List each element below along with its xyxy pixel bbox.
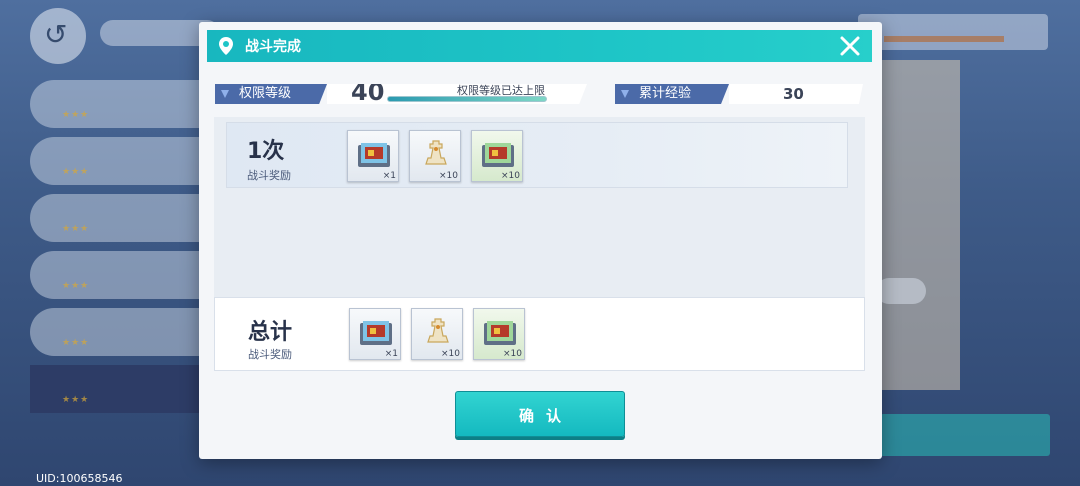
stage-item[interactable]: ★★★ bbox=[30, 251, 200, 299]
character-card bbox=[882, 60, 960, 390]
item-quantity: ×10 bbox=[439, 171, 458, 181]
reward-item[interactable]: ×1 bbox=[347, 130, 399, 182]
item-quantity: ×10 bbox=[503, 349, 522, 359]
level-tag: 权限等级 bbox=[215, 84, 327, 104]
level-value-box: 40 权限等级已达上限 bbox=[327, 84, 587, 104]
dialog-title: 战斗完成 bbox=[245, 39, 301, 55]
data-chip-icon bbox=[360, 321, 392, 345]
item-quantity: ×10 bbox=[441, 349, 460, 359]
dialog-header: 战斗完成 bbox=[207, 30, 872, 62]
close-icon[interactable] bbox=[838, 34, 862, 58]
item-quantity: ×1 bbox=[384, 349, 398, 359]
resource-bar bbox=[858, 14, 1048, 50]
battle-complete-dialog: 战斗完成 权限等级 40 权限等级已达上限 累计经验 30 1次 战斗奖励 ×1… bbox=[199, 22, 882, 459]
stage-item[interactable]: ★★★ bbox=[30, 137, 200, 185]
data-chip-icon bbox=[358, 143, 390, 167]
stage-item-selected[interactable]: ★★★ bbox=[30, 365, 200, 413]
exp-value-box: 30 bbox=[729, 84, 863, 104]
round-reward-row: 1次 战斗奖励 ×1 ×10 ×10 bbox=[226, 122, 848, 188]
uid-label: UID:100658546 bbox=[36, 472, 123, 485]
reward-item[interactable]: ×10 bbox=[473, 308, 525, 360]
chess-piece-icon bbox=[425, 140, 447, 165]
stage-stars: ★★★ bbox=[62, 167, 90, 177]
stage-item[interactable]: ★★★ bbox=[30, 194, 200, 242]
total-subtitle: 战斗奖励 bbox=[248, 348, 292, 361]
reward-item[interactable]: ×10 bbox=[411, 308, 463, 360]
stage-stars: ★★★ bbox=[62, 395, 90, 405]
item-quantity: ×10 bbox=[501, 171, 520, 181]
stage-stars: ★★★ bbox=[62, 224, 90, 234]
location-pin-icon bbox=[219, 37, 233, 55]
side-pill-button[interactable] bbox=[876, 278, 926, 304]
stage-item[interactable]: ★★★ bbox=[30, 308, 200, 356]
total-reward-section: 总计 战斗奖励 ×1 ×10 ×10 bbox=[214, 297, 865, 371]
data-chip-icon bbox=[482, 143, 514, 167]
stage-stars: ★★★ bbox=[62, 338, 90, 348]
reward-item[interactable]: ×10 bbox=[471, 130, 523, 182]
stage-stars: ★★★ bbox=[62, 281, 90, 291]
item-quantity: ×1 bbox=[382, 171, 396, 181]
round-subtitle: 战斗奖励 bbox=[247, 169, 291, 182]
stage-list: ★★★ ★★★ ★★★ ★★★ ★★★ ★★★ bbox=[30, 80, 200, 422]
back-button[interactable]: ↺ bbox=[30, 8, 86, 64]
confirm-button[interactable]: 确认 bbox=[455, 391, 625, 437]
confirm-button-label: 确认 bbox=[518, 407, 573, 425]
stage-stars: ★★★ bbox=[62, 110, 90, 120]
round-reward-section: 1次 战斗奖励 ×1 ×10 ×10 bbox=[214, 117, 865, 307]
resource-progress bbox=[884, 36, 1004, 42]
data-chip-icon bbox=[484, 321, 516, 345]
level-info-row: 权限等级 40 权限等级已达上限 累计经验 30 bbox=[215, 84, 865, 106]
round-title: 1次 bbox=[247, 139, 285, 164]
level-value: 40 bbox=[351, 78, 385, 106]
back-arrow-icon: ↺ bbox=[44, 18, 68, 51]
level-progress-bar bbox=[387, 96, 547, 102]
chess-piece-icon bbox=[427, 318, 449, 343]
start-button[interactable] bbox=[880, 414, 1050, 456]
total-title: 总计 bbox=[248, 320, 293, 345]
exp-tag: 累计经验 bbox=[615, 84, 729, 104]
exp-value: 30 bbox=[783, 85, 804, 103]
reward-item[interactable]: ×1 bbox=[349, 308, 401, 360]
stage-item[interactable]: ★★★ bbox=[30, 80, 200, 128]
reward-item[interactable]: ×10 bbox=[409, 130, 461, 182]
